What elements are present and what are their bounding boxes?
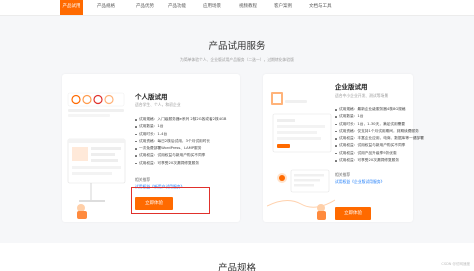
enterprise-card-title: 企业版试用 [335,83,368,91]
feature-item: 试用权益：试用权益与新用户购买不同享 [335,142,424,149]
section-title: 产品试用服务 [208,41,266,52]
enterprise-card-desc: 适合中小企业开发、测试等场景 [335,93,389,98]
watermark: CSDN @仿网速度 [441,262,470,266]
tab-customer-cases[interactable]: 客户案例 [274,0,292,15]
feature-item: 试用数量：1台 [135,123,226,130]
feature-item: 试用数量：1台 [335,113,424,120]
feature-item: 试用资格：仅支持1个月试用期间，到期续费服务 [335,128,424,135]
feature-item: 试用规格：入门级服务器e系列 2核2G各或者2核4GB [135,116,226,123]
enterprise-illustration [267,86,335,220]
feature-item: 试用资格：每日2核后试用，3个月试用时长 [135,138,226,145]
enterprise-feature-list: 试用规格：最新企业级服务器4核8G规格 试用数量：1台 试用时长：1台，1-30… [335,106,424,164]
tab-product-features[interactable]: 产品功能 [168,0,186,15]
feature-item: 试用权益：试用权益与新用户购买不同享 [135,152,226,159]
feature-item: 一次免费部署WordPress、LAMP服务 [135,145,226,152]
highlight-box [131,187,210,214]
tab-product-specs[interactable]: 产品规格 [97,0,115,15]
enterprise-rec-label: 相关推荐 [335,172,351,177]
top-nav: 产品试用 产品规格 产品优势 产品功能 应用场景 视频教程 客户案例 文档与工具 [0,0,474,16]
enterprise-trial-button[interactable]: 立即体验 [335,207,371,220]
personal-card-desc: 适合学生、个人，和初企业 [135,102,181,107]
feature-item: 试用时长：1台，1-30天，满足试用需要 [335,121,424,128]
enterprise-rec-link[interactable]: 试用权益《企业版试用服务》 [335,179,384,185]
personal-feature-list: 试用规格：入门级服务器e系列 2核2G各或者2核4GB 试用数量：1台 试用时长… [135,116,226,167]
tab-use-cases[interactable]: 应用场景 [203,0,221,15]
personal-card-title: 个人版试用 [135,93,168,101]
feature-item: 试用权益：可享受20次漏洞修复服务 [135,160,226,167]
enterprise-trial-card: 企业版试用 适合中小企业开发、测试等场景 试用规格：最新企业级服务器4核8G规格… [263,74,424,222]
feature-item: 试用权益：试用产品升级享9折优惠 [335,150,424,157]
tab-video-tutorials[interactable]: 视频教程 [239,0,257,15]
tab-product-trial[interactable]: 产品试用 [60,0,83,15]
section-subtitle: 为简单体验个人、企业版试用产品服务（二选一），过期转化体验版 [180,57,294,62]
feature-item: 试用规格：最新企业级服务器4核8G规格 [335,106,424,113]
tab-docs-tools[interactable]: 文档与工具 [309,0,332,15]
feature-item: 试用权益：丰富企业应用，电商、数据库等一键部署 [335,135,424,142]
feature-item: 试用时长：1-4台 [135,131,226,138]
feature-item: 试用权益：可享受20次漏洞修复服务 [335,157,424,164]
personal-rec-label: 相关推荐 [135,177,151,182]
specs-section-title: 产品规格 [217,263,256,271]
tab-product-advantages[interactable]: 产品优势 [136,0,154,15]
personal-illustration [65,87,127,219]
